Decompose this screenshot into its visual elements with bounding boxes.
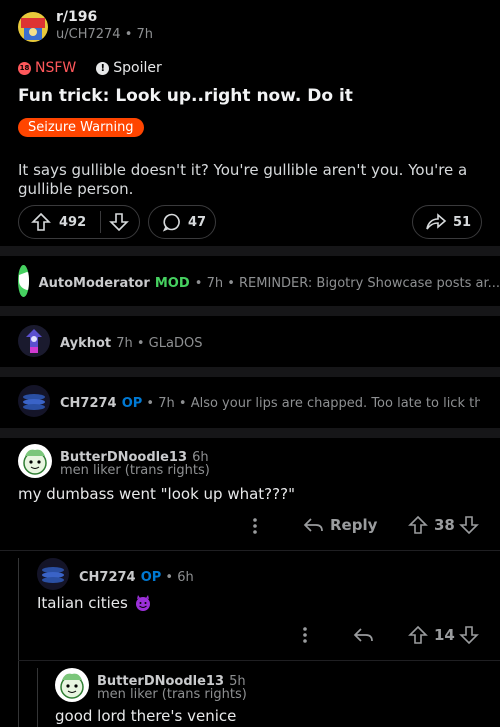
post-author-line: u/CH7274 • 7h	[56, 27, 153, 42]
vote-pill: 492	[18, 205, 140, 239]
shield-icon	[19, 272, 29, 290]
subreddit-avatar[interactable]	[18, 12, 48, 42]
dot-separator: •	[174, 395, 191, 411]
comment-age: 7h	[206, 275, 224, 291]
ch7274-line: CH7274 OP • 7h • Also your lips are chap…	[60, 392, 480, 411]
mod-badge: MOD	[154, 275, 190, 291]
aykhot-line: Aykhot 7h • GLaDOS	[60, 332, 202, 351]
reply-icon	[353, 628, 373, 642]
automod-line: AutoModerator MOD • 7h • REMINDER: Bigot…	[39, 272, 500, 291]
dot-separator: •	[142, 395, 159, 411]
comment-icon	[162, 213, 180, 232]
upvote-count: 492	[59, 214, 87, 230]
thread-line[interactable]	[37, 668, 38, 727]
nsfw-icon: 18	[18, 61, 31, 75]
post-title[interactable]: Fun trick: Look up..right now. Do it	[18, 86, 353, 106]
spoiler-icon: !	[96, 61, 110, 75]
nsfw-label: NSFW	[35, 60, 77, 76]
comment-text: my dumbass went "look up what???"	[18, 485, 295, 503]
comment-author[interactable]: CH7274	[60, 396, 117, 411]
op-badge: OP	[140, 570, 162, 585]
op-badge: OP	[121, 395, 143, 411]
comment-divider	[18, 660, 500, 661]
comment-text: Italian cities	[37, 594, 128, 612]
subreddit-icon	[21, 18, 45, 40]
comment-author[interactable]: Aykhot	[60, 336, 111, 351]
comment-count: 47	[188, 214, 207, 230]
share-icon	[426, 213, 447, 230]
comment-divider	[0, 550, 500, 551]
user-avatar	[18, 325, 50, 357]
upvote-icon[interactable]	[408, 515, 428, 535]
dot-separator: •	[194, 275, 207, 291]
comment-author[interactable]: CH7274	[79, 570, 136, 585]
comment-body: Italian cities	[37, 594, 152, 612]
thread-line[interactable]	[18, 558, 19, 727]
share-count: 51	[453, 214, 472, 230]
user-avatar[interactable]	[18, 444, 52, 478]
collapsed-comment-ch7274[interactable]: CH7274 OP • 7h • Also your lips are chap…	[0, 380, 500, 422]
user-flair: men liker (trans rights)	[60, 463, 210, 478]
comment-preview: REMINDER: Bigotry Showcase posts ar...	[239, 275, 500, 291]
comment-age: 7h	[158, 395, 175, 411]
avatar-icon	[42, 567, 64, 583]
upvote-icon[interactable]	[408, 625, 428, 645]
post-flair[interactable]: Seizure Warning	[18, 118, 144, 137]
reply-button[interactable]: Reply	[302, 515, 377, 535]
upvote-icon[interactable]	[31, 212, 51, 232]
comment-separator	[0, 428, 500, 438]
comment-header: CH7274 OP • 6h	[79, 566, 194, 585]
comment-age: 6h	[177, 570, 194, 585]
post-separator	[0, 246, 500, 256]
downvote-icon[interactable]	[109, 212, 130, 232]
post-author[interactable]: u/CH7274	[56, 27, 121, 42]
subreddit-name[interactable]: r/196	[56, 9, 97, 25]
reply-label: Reply	[330, 516, 378, 534]
user-avatar[interactable]	[55, 668, 89, 702]
comment-author[interactable]: AutoModerator	[39, 276, 150, 291]
reply-icon	[303, 518, 323, 532]
comments-button[interactable]: 47	[148, 205, 216, 239]
user-avatar	[18, 385, 50, 417]
more-options-button[interactable]	[250, 516, 260, 536]
user-flair: men liker (trans rights)	[97, 687, 247, 702]
more-icon	[253, 518, 257, 534]
collapsed-comment-aykhot[interactable]: Aykhot 7h • GLaDOS	[0, 320, 500, 362]
vote-divider	[100, 211, 102, 233]
spoiler-label: Spoiler	[113, 60, 162, 76]
downvote-icon[interactable]	[458, 515, 479, 535]
reply-button[interactable]	[352, 625, 374, 645]
comment-vote: 14	[408, 625, 479, 645]
comment-separator	[0, 306, 500, 316]
more-options-button[interactable]	[300, 625, 310, 645]
noodle-avatar-icon	[23, 449, 47, 475]
user-avatar[interactable]	[37, 558, 69, 590]
comment-preview: GLaDOS	[148, 335, 203, 351]
post-tags: 18 NSFW ! Spoiler	[18, 60, 162, 76]
automod-avatar	[18, 265, 29, 297]
post-body: It says gullible doesn't it? You're gull…	[18, 161, 468, 198]
comment-preview: Also your lips are chapped. Too late to …	[190, 395, 480, 411]
comment-separator	[0, 367, 500, 377]
comment-score: 14	[434, 626, 455, 644]
downvote-icon[interactable]	[458, 625, 479, 645]
comment-vote: 38	[408, 515, 479, 535]
comment-score: 38	[434, 516, 455, 534]
avatar-icon	[23, 394, 45, 410]
more-icon	[303, 627, 307, 643]
dot-separator: •	[132, 335, 149, 351]
collapsed-comment-automod[interactable]: AutoModerator MOD • 7h • REMINDER: Bigot…	[0, 260, 500, 302]
comment-age: 7h	[116, 335, 133, 351]
share-button[interactable]: 51	[412, 205, 482, 239]
devil-emoji-icon	[135, 595, 150, 611]
dot-separator: •	[223, 275, 240, 291]
dot-separator: •	[124, 27, 137, 42]
avatar-icon	[26, 329, 42, 353]
dot-separator: •	[161, 570, 178, 585]
post-age: 7h	[136, 27, 154, 42]
noodle-avatar-icon	[60, 673, 84, 699]
comment-text: good lord there's venice	[55, 707, 237, 725]
